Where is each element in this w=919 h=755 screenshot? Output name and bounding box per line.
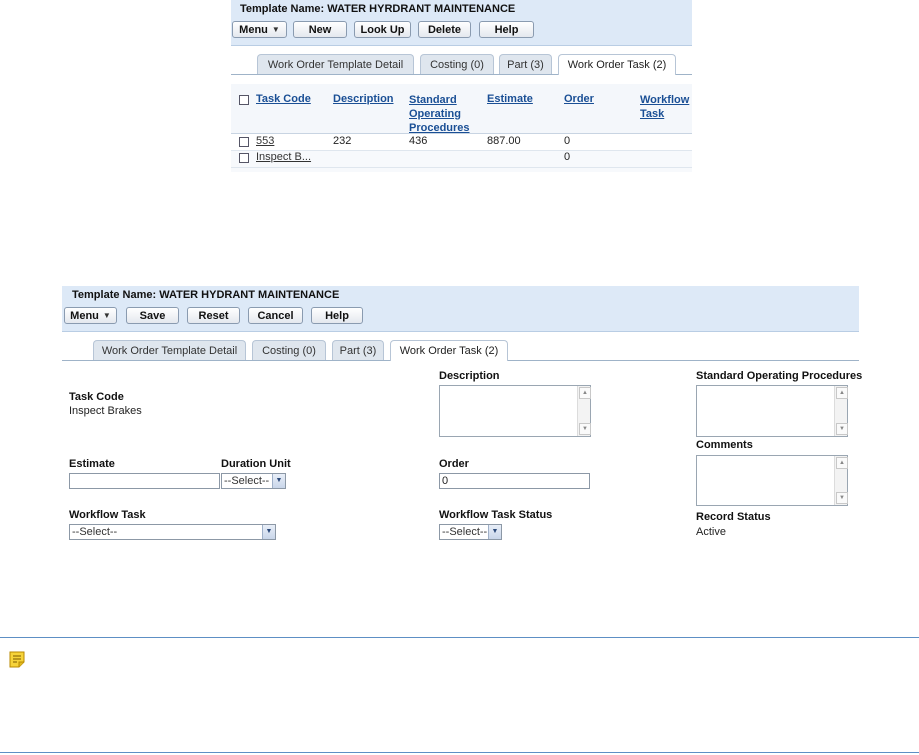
bottom-menu-button[interactable]: Menu ▼ [64, 307, 117, 324]
column-header-estimate[interactable]: Estimate [487, 93, 533, 105]
column-header-task-code[interactable]: Task Code [256, 93, 311, 105]
description-scrollbar[interactable]: ▲ ▼ [577, 386, 591, 436]
column-header-sop-line-1: Standard [409, 94, 457, 106]
top-tab-underline-right [676, 74, 692, 75]
sop-textarea[interactable]: ▲ ▼ [696, 385, 848, 437]
workflow-task-status-label: Workflow Task Status [439, 509, 553, 521]
record-status-label: Record Status [696, 511, 771, 523]
tab-costing[interactable]: Costing (0) [252, 340, 326, 360]
column-header-sop[interactable]: Standard Operating Procedures [409, 93, 470, 135]
order-input[interactable]: 0 [439, 473, 590, 489]
bottom-menu-label: Menu [70, 309, 99, 322]
bottom-help-button[interactable]: Help [311, 307, 363, 324]
row-checkbox[interactable] [239, 153, 249, 163]
top-menu-label: Menu [239, 23, 268, 36]
record-status-value: Active [696, 526, 726, 538]
comments-scrollbar[interactable]: ▲ ▼ [834, 456, 848, 505]
row-order: 0 [564, 135, 571, 147]
table-row [231, 134, 692, 151]
chevron-down-icon: ▼ [272, 474, 285, 488]
workflow-task-status-value: --Select-- [442, 526, 488, 538]
top-tab-underline [231, 74, 558, 75]
row-task-code-link[interactable]: 553 [256, 135, 274, 147]
duration-unit-label: Duration Unit [221, 458, 291, 470]
column-header-sop-line-3: Procedures [409, 122, 470, 134]
scroll-up-icon[interactable]: ▲ [579, 387, 591, 399]
top-menu-button[interactable]: Menu ▼ [232, 21, 287, 38]
row-description: 232 [333, 135, 352, 147]
top-tab-work-order-task[interactable]: Work Order Task (2) [558, 54, 676, 75]
description-textarea[interactable]: ▲ ▼ [439, 385, 591, 437]
workflow-task-status-select[interactable]: --Select-- ▼ [439, 524, 502, 540]
scroll-down-icon[interactable]: ▼ [836, 423, 848, 435]
tab-work-order-template-detail[interactable]: Work Order Template Detail [93, 340, 246, 360]
chevron-down-icon: ▼ [262, 525, 275, 539]
column-header-workflow-line-1: Workflow [640, 94, 690, 106]
scroll-down-icon[interactable]: ▼ [836, 492, 848, 504]
note-top-rule [0, 637, 919, 638]
bottom-tab-underline-right [508, 360, 859, 361]
duration-unit-select[interactable]: --Select-- ▼ [221, 473, 286, 489]
chevron-down-icon: ▼ [488, 525, 501, 539]
scroll-down-icon[interactable]: ▼ [579, 423, 591, 435]
delete-button[interactable]: Delete [418, 21, 471, 38]
note-bottom-rule [0, 752, 919, 753]
top-help-button[interactable]: Help [479, 21, 534, 38]
bottom-page-title: Template Name: WATER HYDRANT MAINTENANCE [72, 289, 340, 301]
comments-label: Comments [696, 439, 753, 451]
menu-dropdown-icon: ▼ [271, 25, 280, 34]
scroll-up-icon[interactable]: ▲ [836, 387, 848, 399]
tab-part[interactable]: Part (3) [332, 340, 384, 360]
comments-textarea[interactable]: ▲ ▼ [696, 455, 848, 506]
scroll-up-icon[interactable]: ▲ [836, 457, 848, 469]
look-up-button[interactable]: Look Up [354, 21, 411, 38]
select-all-checkbox[interactable] [239, 95, 249, 105]
row-estimate: 887.00 [487, 135, 521, 147]
column-header-workflow-task[interactable]: Workflow Task [640, 93, 689, 121]
task-code-label: Task Code [69, 391, 124, 403]
workflow-task-label: Workflow Task [69, 509, 146, 521]
description-label: Description [439, 370, 500, 382]
new-button[interactable]: New [293, 21, 347, 38]
row-sop: 436 [409, 135, 428, 147]
column-header-description[interactable]: Description [333, 93, 394, 105]
bottom-tab-underline [62, 360, 390, 361]
column-header-order[interactable]: Order [564, 93, 594, 105]
row-task-code-link[interactable]: Inspect B... [256, 151, 311, 163]
reset-button[interactable]: Reset [187, 307, 240, 324]
row-order: 0 [564, 151, 571, 163]
top-page-title: Template Name: WATER HYRDRANT MAINTENANC… [240, 3, 516, 15]
estimate-label: Estimate [69, 458, 115, 470]
row-checkbox[interactable] [239, 137, 249, 147]
cancel-button[interactable]: Cancel [248, 307, 303, 324]
note-icon [8, 650, 26, 669]
task-code-value: Inspect Brakes [69, 405, 142, 417]
save-button[interactable]: Save [126, 307, 179, 324]
estimate-input[interactable] [69, 473, 220, 489]
sop-label: Standard Operating Procedures [696, 370, 863, 382]
top-tab-part[interactable]: Part (3) [499, 54, 552, 74]
workflow-task-select[interactable]: --Select-- ▼ [69, 524, 276, 540]
workflow-task-value: --Select-- [72, 526, 118, 538]
duration-unit-value: --Select-- [224, 475, 270, 487]
sop-scrollbar[interactable]: ▲ ▼ [834, 386, 848, 436]
tab-work-order-task[interactable]: Work Order Task (2) [390, 340, 508, 361]
top-tab-work-order-template-detail[interactable]: Work Order Template Detail [257, 54, 414, 74]
column-header-sop-line-2: Operating [409, 108, 461, 120]
top-tab-costing[interactable]: Costing (0) [420, 54, 494, 74]
menu-dropdown-icon: ▼ [102, 311, 111, 320]
column-header-workflow-line-2: Task [640, 108, 665, 120]
order-label: Order [439, 458, 469, 470]
